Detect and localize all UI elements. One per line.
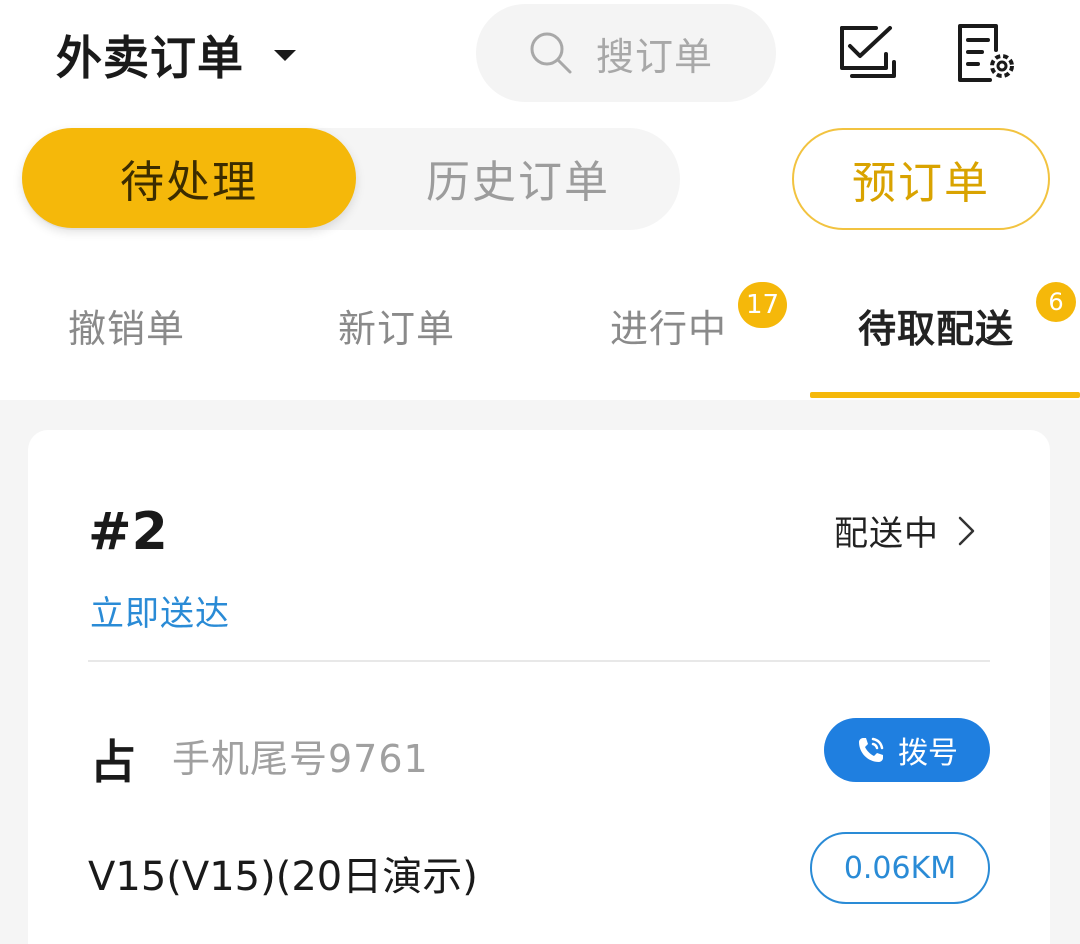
phone-tail: 手机尾号9761 [172,737,429,781]
segment-pending[interactable]: 待处理 [22,128,356,228]
takeout-orders-page: 外卖订单 搜订单 待处理 历史订单 预订单 撤销单 新订单 进行中 17 待取配… [0,0,1080,944]
card-divider [88,660,990,662]
search-input[interactable]: 搜订单 [476,4,776,102]
order-status-link[interactable]: 配送中 [834,506,977,555]
customer-surname: 占 [90,735,136,789]
status-tabs: 撤销单 新订单 进行中 17 待取配送 6 [0,262,1080,398]
tab-new[interactable]: 新订单 [338,298,455,353]
order-settings-button[interactable] [956,24,1020,84]
tab-in-progress-badge: 17 [738,282,788,328]
order-segment-control: 待处理 历史订单 [22,128,680,230]
tab-cancelled[interactable]: 撤销单 [68,298,185,353]
order-status: 配送中 [834,514,939,554]
distance-badge: 0.06KM [810,832,990,904]
preorder-button[interactable]: 预订单 [792,128,1050,230]
document-settings-icon [958,24,1014,82]
search-icon [530,32,572,74]
tab-awaiting-delivery-badge: 6 [1036,282,1076,322]
order-type-dropdown[interactable]: 外卖订单 [56,22,296,88]
checklist-button[interactable] [836,24,900,84]
dial-button[interactable]: 拨号 [824,718,990,782]
tab-awaiting-delivery[interactable]: 待取配送 [858,298,1014,353]
dial-label: 拨号 [898,736,958,771]
page-title: 外卖订单 [56,31,244,85]
header: 外卖订单 搜订单 [0,0,1080,110]
delivery-address: V15(V15)(20日演示) [88,854,478,900]
phone-call-icon [859,737,884,762]
order-number: #2 [88,502,168,562]
checklist-icon [840,26,896,78]
segment-history[interactable]: 历史订单 [356,128,680,228]
caret-down-icon [274,49,296,61]
search-placeholder: 搜订单 [596,34,714,79]
order-card[interactable]: #2 配送中 立即送达 占 手机尾号9761 拨号 V15(V15)(20日演示… [28,430,1050,944]
tab-in-progress[interactable]: 进行中 [610,298,727,353]
delivery-time: 立即送达 [90,594,230,634]
active-tab-indicator [810,392,1080,398]
chevron-right-icon [958,516,975,545]
